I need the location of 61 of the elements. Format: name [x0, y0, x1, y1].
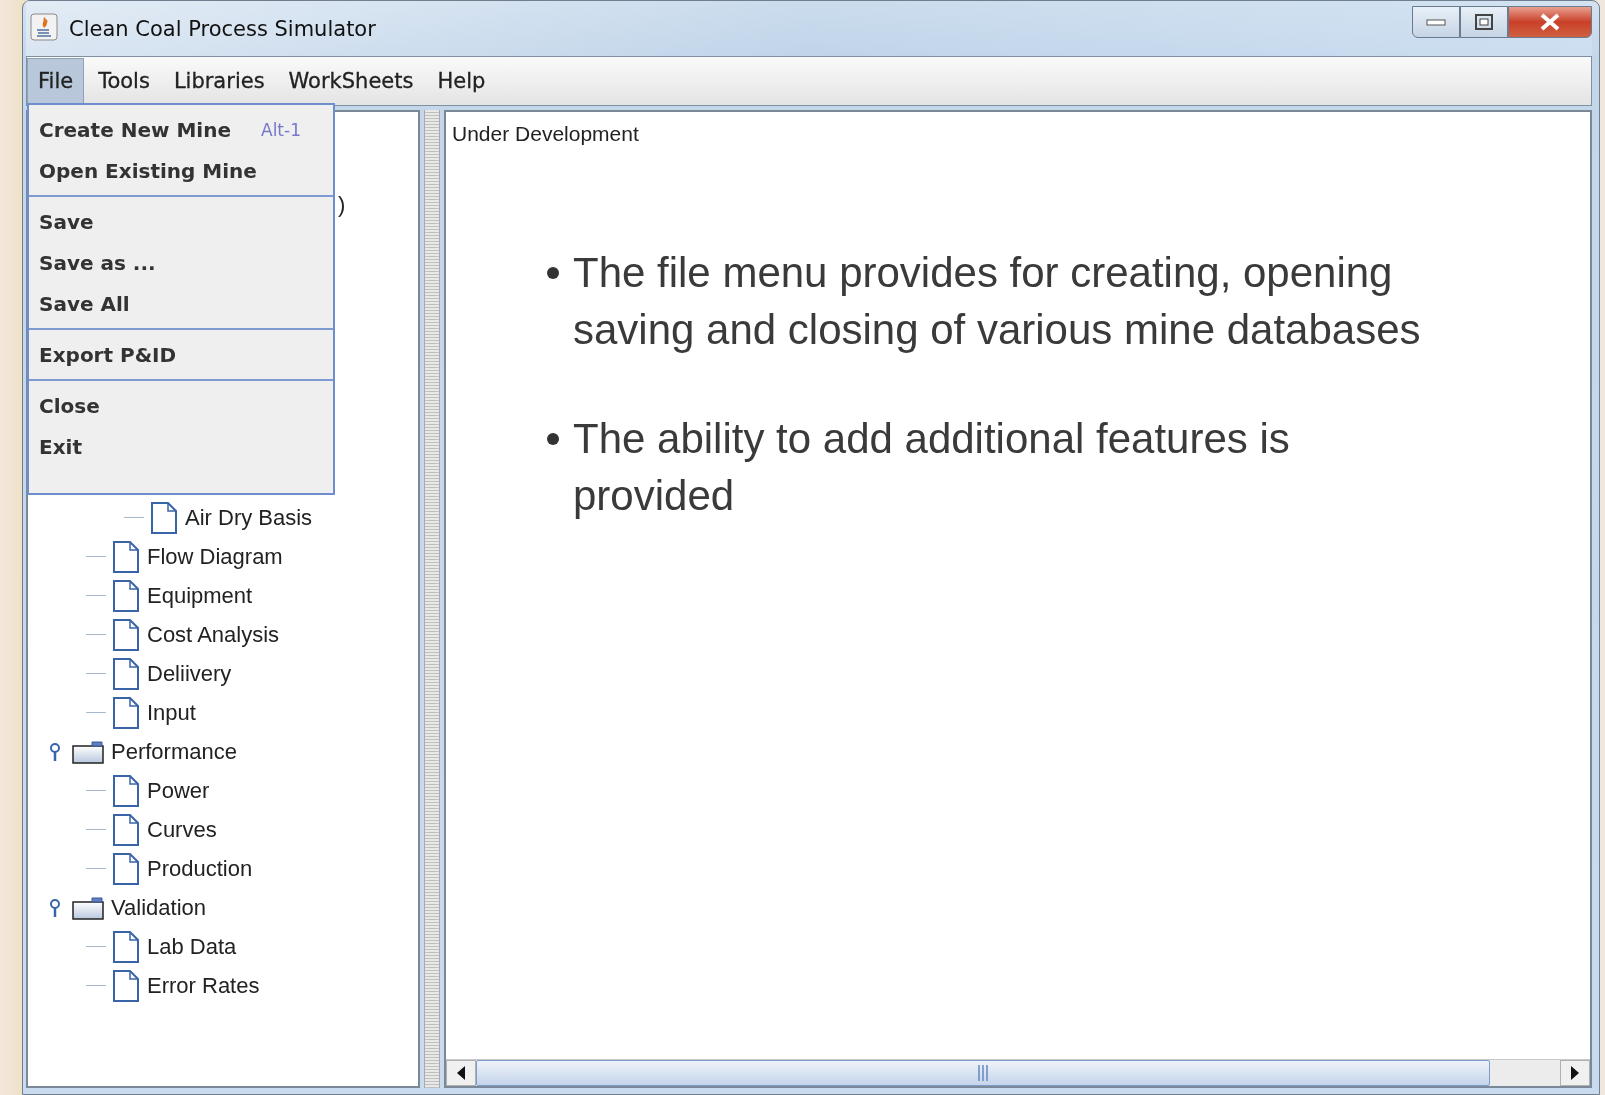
menu-option[interactable]: Create New Mine — [39, 117, 231, 142]
scroll-right-button[interactable] — [1560, 1060, 1590, 1086]
tree-item[interactable]: Production — [147, 855, 253, 882]
tree-item[interactable]: Lab Data — [147, 933, 237, 960]
minimize-icon — [1425, 17, 1447, 27]
menu-option[interactable]: Export P&ID — [29, 334, 333, 375]
menu-item[interactable]: Help — [427, 58, 496, 104]
left-arrow-icon — [456, 1066, 466, 1080]
document-icon — [112, 579, 140, 612]
window-title: Clean Coal Process Simulator — [69, 16, 376, 41]
document-icon — [112, 774, 140, 807]
close-button[interactable] — [1508, 6, 1592, 38]
bullet-text: The file menu provides for creating, opening saving and closing of various mine databases — [573, 248, 1422, 355]
right-arrow-icon — [1570, 1066, 1580, 1080]
tree-item[interactable]: Flow Diagram — [147, 543, 283, 570]
menu-item[interactable]: Libraries — [163, 58, 275, 104]
tree-item[interactable]: Curves — [147, 816, 217, 843]
minimize-button[interactable] — [1412, 6, 1460, 38]
shortcut-text: Alt-1 — [261, 119, 301, 140]
tree-item[interactable]: Equipment — [147, 582, 253, 609]
tree-item[interactable]: Error Rates — [147, 972, 260, 999]
document-icon — [112, 540, 140, 573]
tree-item[interactable]: Input — [147, 699, 196, 726]
document-icon — [112, 813, 140, 846]
menu-item[interactable]: WorkSheets — [278, 58, 424, 104]
maximize-icon — [1474, 13, 1494, 31]
menu-option[interactable]: Close — [29, 385, 333, 426]
document-icon — [112, 852, 140, 885]
folder-icon — [72, 895, 104, 920]
bullet-icon — [547, 267, 559, 279]
tree-item[interactable]: Performance — [111, 738, 237, 765]
tree-item[interactable]: Air Dry Basis — [185, 504, 313, 531]
menu-item[interactable]: Tools — [88, 58, 160, 104]
document-icon — [112, 969, 140, 1002]
document-icon — [112, 696, 140, 729]
bullet-icon — [547, 433, 559, 445]
tree-item[interactable]: Power — [147, 777, 210, 804]
tree-item[interactable]: Cost Analysis — [147, 621, 280, 648]
menu-option[interactable]: Open Existing Mine — [29, 150, 333, 191]
tree-item[interactable]: Deliivery — [147, 660, 232, 687]
menu-option[interactable]: Save — [29, 201, 333, 242]
document-icon — [112, 930, 140, 963]
menu-option[interactable]: Exit — [29, 426, 333, 467]
status-text: Under Development — [452, 122, 640, 146]
document-icon — [112, 657, 140, 690]
app-icon — [30, 12, 58, 41]
menu-option[interactable]: Save as ... — [29, 242, 333, 283]
grip-icon — [977, 1065, 989, 1081]
close-icon — [1538, 12, 1562, 32]
folder-icon — [72, 739, 104, 764]
document-icon — [112, 618, 140, 651]
scroll-left-button[interactable] — [446, 1060, 476, 1086]
bullet-text: The ability to add additional features is provided — [573, 414, 1291, 521]
tree-item[interactable]: Validation — [111, 894, 206, 921]
expand-handle[interactable] — [48, 741, 62, 762]
menu-option[interactable]: Save All — [29, 283, 333, 324]
menu-item[interactable]: File — [27, 58, 85, 104]
maximize-button[interactable] — [1460, 6, 1508, 38]
document-icon — [150, 501, 178, 534]
tree-item-label: ) — [338, 192, 346, 218]
expand-handle[interactable] — [48, 897, 62, 918]
